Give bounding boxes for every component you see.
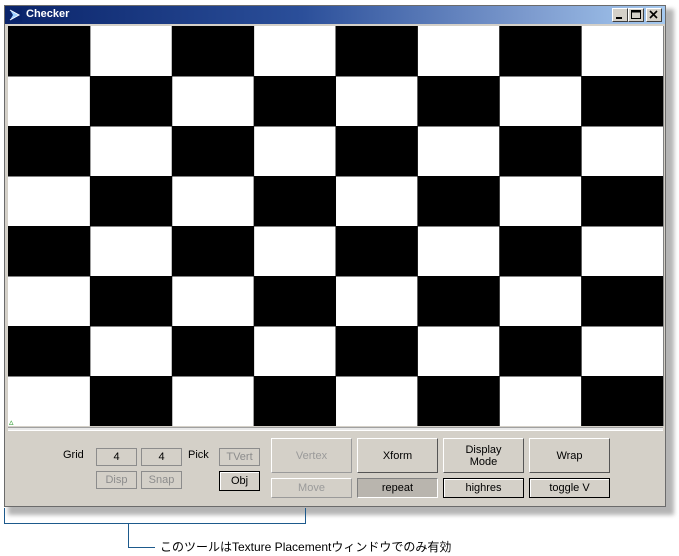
checker-square — [335, 26, 418, 77]
checker-square — [89, 376, 173, 426]
checker-square — [89, 176, 173, 227]
checker-square — [8, 126, 91, 177]
checker-square — [581, 76, 663, 127]
uv-origin-icon: ▵ — [9, 417, 14, 427]
checker-square — [499, 326, 582, 377]
grid-u-field[interactable]: 4 — [96, 448, 137, 466]
texture-placement-panel: Grid 4 4 Disp Snap Pick TVert Obj Vertex… — [8, 430, 663, 505]
checker-square — [253, 276, 337, 327]
checker-square — [253, 76, 337, 127]
highres-button[interactable]: highres — [443, 478, 524, 498]
checker-square — [8, 226, 91, 277]
checker-square — [171, 26, 255, 77]
maximize-icon — [631, 10, 641, 19]
annotation-caption: このツールはTexture Placementウィンドウでのみ有効 — [160, 540, 452, 554]
checker-square — [253, 376, 337, 426]
maximize-button[interactable] — [628, 8, 644, 22]
toggle-v-button[interactable]: toggle V — [529, 478, 610, 498]
tvert-button[interactable]: TVert — [219, 448, 260, 466]
checker-square — [171, 326, 255, 377]
display-mode-line1: Display — [465, 443, 502, 456]
checker-square — [8, 26, 91, 77]
close-button[interactable] — [646, 8, 662, 22]
minimize-button[interactable] — [612, 8, 628, 22]
checker-canvas[interactable]: ▵ — [8, 26, 664, 426]
wrap-button[interactable]: Wrap — [529, 438, 610, 473]
checker-square — [89, 76, 173, 127]
bracket-bottom — [4, 523, 306, 524]
repeat-button[interactable]: repeat — [357, 478, 438, 498]
checker-square — [335, 126, 418, 177]
display-mode-button[interactable]: Display Mode — [443, 438, 524, 473]
obj-button[interactable]: Obj — [219, 471, 260, 491]
snap-button[interactable]: Snap — [141, 471, 182, 489]
checker-square — [499, 226, 582, 277]
window-title: Checker — [26, 8, 70, 20]
checker-square — [417, 276, 500, 327]
xform-button[interactable]: Xform — [357, 438, 438, 473]
bracket-left — [4, 508, 5, 523]
checker-square — [417, 176, 500, 227]
checker-square — [581, 276, 663, 327]
display-mode-line2: Mode — [469, 455, 498, 468]
vertex-button[interactable]: Vertex — [271, 438, 352, 473]
checker-square — [499, 126, 582, 177]
checker-window: Checker ▵ Grid 4 4 Disp Snap Pick TVert … — [4, 5, 666, 507]
leader-vertical — [128, 524, 129, 547]
checker-pattern — [8, 26, 663, 426]
checker-square — [581, 376, 663, 426]
disp-button[interactable]: Disp — [96, 471, 137, 489]
checker-square — [417, 376, 500, 426]
checker-square — [253, 176, 337, 227]
leader-horizontal — [128, 547, 155, 548]
checker-square — [581, 176, 663, 227]
checker-square — [499, 26, 582, 77]
checker-square — [417, 76, 500, 127]
grid-v-field[interactable]: 4 — [141, 448, 182, 466]
checker-square — [171, 126, 255, 177]
title-bar[interactable]: Checker — [5, 6, 665, 24]
minimize-icon — [616, 17, 622, 19]
checker-square — [89, 276, 173, 327]
close-icon — [649, 10, 658, 19]
checker-square — [335, 226, 418, 277]
checker-square — [171, 226, 255, 277]
move-button[interactable]: Move — [271, 478, 352, 498]
bracket-right — [305, 508, 306, 523]
app-icon — [8, 8, 22, 22]
checker-square — [335, 326, 418, 377]
grid-label: Grid — [63, 449, 84, 461]
checker-square — [8, 326, 91, 377]
pick-label: Pick — [188, 449, 209, 461]
